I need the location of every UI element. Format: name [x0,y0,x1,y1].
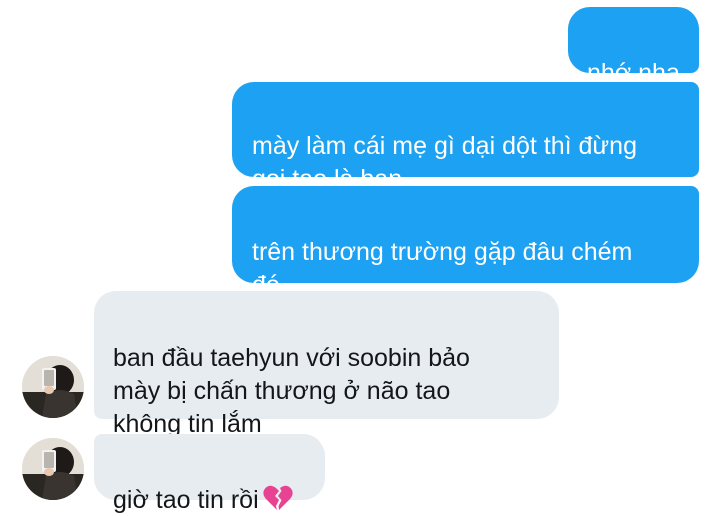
sent-message-bubble[interactable]: nhớ nha [568,7,699,87]
broken-heart-icon [263,485,293,510]
message-text: ban đầu taehyun với soobin bảo mày bị ch… [113,344,470,438]
sent-message-bubble[interactable]: mày làm cái mẹ gì dại dột thì đừng gọi t… [232,82,699,193]
avatar-photo-icon [22,356,84,418]
received-message-bubble[interactable]: giờ tao tin rồi [94,434,325,514]
chat-thread: nhớ nha mày làm cái mẹ gì dại dột thì đừ… [0,0,720,516]
message-text: giờ tao tin rồi [113,486,259,514]
received-message-bubble[interactable]: ban đầu taehyun với soobin bảo mày bị ch… [94,291,559,438]
sender-avatar[interactable] [22,438,84,500]
message-text: trên thương trường gặp đâu chém đó [252,238,633,299]
sent-message-bubble[interactable]: trên thương trường gặp đâu chém đó [232,186,699,299]
sender-avatar[interactable] [22,356,84,418]
message-text: mày làm cái mẹ gì dại dột thì đừng gọi t… [252,132,637,193]
avatar-photo-icon [22,438,84,500]
